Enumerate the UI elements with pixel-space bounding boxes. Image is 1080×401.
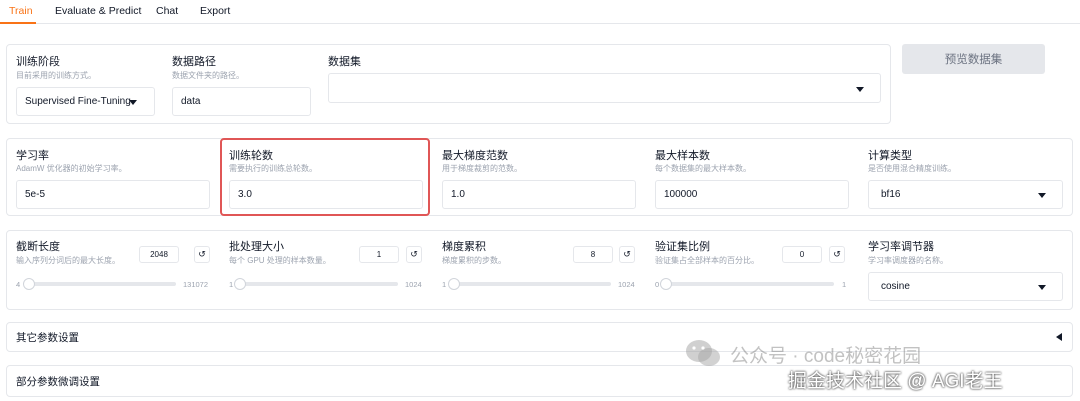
val-size-description: 验证集占全部样本的百分比。 bbox=[655, 256, 759, 265]
batch-size-input[interactable]: 1 bbox=[359, 246, 399, 263]
tab-bar: Train Evaluate & Predict Chat Export bbox=[0, 0, 1080, 24]
val-size-input[interactable]: 0 bbox=[782, 246, 822, 263]
learning-rate-value: 5e-5 bbox=[25, 189, 46, 200]
stage-select-value: Supervised Fine-Tuning bbox=[25, 96, 131, 107]
tab-evaluate-predict[interactable]: Evaluate & Predict bbox=[55, 5, 141, 17]
grad-accum-max: 1024 bbox=[618, 280, 635, 289]
cutoff-length-max: 131072 bbox=[183, 280, 209, 289]
cutoff-length-label: 截断长度 bbox=[16, 241, 60, 253]
max-samples-label: 最大样本数 bbox=[655, 150, 710, 162]
reset-icon[interactable]: ↺ bbox=[194, 246, 210, 263]
compute-type-value: bf16 bbox=[881, 189, 901, 200]
grad-accum-slider[interactable] bbox=[448, 278, 611, 290]
slider-thumb[interactable] bbox=[660, 278, 672, 290]
partial-params-title: 部分参数微调设置 bbox=[16, 376, 100, 388]
data-path-input[interactable]: data bbox=[172, 87, 311, 116]
chevron-down-icon bbox=[129, 100, 137, 105]
data-path-description: 数据文件夹的路径。 bbox=[172, 71, 244, 80]
learning-rate-input[interactable]: 5e-5 bbox=[16, 180, 210, 209]
tab-chat[interactable]: Chat bbox=[156, 5, 178, 17]
val-size-max: 1 bbox=[842, 280, 847, 289]
compute-type-description: 是否使用混合精度训练。 bbox=[868, 164, 956, 173]
batch-size-min: 1 bbox=[229, 280, 234, 289]
grad-accum-label: 梯度累积 bbox=[442, 241, 486, 253]
val-size-min: 0 bbox=[655, 280, 660, 289]
cutoff-length-slider[interactable] bbox=[22, 278, 176, 290]
tab-export[interactable]: Export bbox=[200, 5, 230, 17]
dataset-select[interactable] bbox=[328, 73, 881, 103]
cutoff-length-description: 输入序列分词后的最大长度。 bbox=[16, 256, 120, 265]
max-samples-value: 100000 bbox=[664, 189, 698, 200]
data-path-value: data bbox=[181, 96, 201, 107]
stage-description: 目前采用的训练方式。 bbox=[16, 71, 96, 80]
chevron-down-icon bbox=[1038, 285, 1046, 290]
reset-icon[interactable]: ↺ bbox=[406, 246, 422, 263]
lr-scheduler-description: 学习率调度器的名称。 bbox=[868, 256, 948, 265]
active-tab-indicator bbox=[0, 22, 36, 24]
data-path-label: 数据路径 bbox=[172, 56, 216, 68]
max-grad-norm-input[interactable]: 1.0 bbox=[442, 180, 636, 209]
chevron-down-icon bbox=[1038, 193, 1046, 198]
batch-size-label: 批处理大小 bbox=[229, 241, 284, 253]
highlight-box bbox=[220, 138, 430, 216]
chevron-down-icon bbox=[856, 87, 864, 92]
batch-size-slider[interactable] bbox=[234, 278, 398, 290]
val-size-slider[interactable] bbox=[660, 278, 834, 290]
max-grad-norm-value: 1.0 bbox=[451, 189, 465, 200]
learning-rate-description: AdamW 优化器的初始学习率。 bbox=[16, 164, 127, 173]
slider-thumb[interactable] bbox=[234, 278, 246, 290]
val-size-label: 验证集比例 bbox=[655, 241, 710, 253]
stage-label: 训练阶段 bbox=[16, 56, 60, 68]
max-samples-input[interactable]: 100000 bbox=[655, 180, 849, 209]
stage-select[interactable]: Supervised Fine-Tuning bbox=[16, 87, 155, 116]
batch-size-max: 1024 bbox=[405, 280, 422, 289]
slider-thumb[interactable] bbox=[22, 278, 35, 290]
other-params-title: 其它参数设置 bbox=[16, 332, 79, 344]
lr-scheduler-label: 学习率调节器 bbox=[868, 241, 934, 253]
watermark-author: 掘金技术社区 @ AGI老王 bbox=[788, 371, 1003, 392]
watermark-account: 公众号 · code秘密花园 bbox=[730, 346, 922, 367]
collapse-arrow-icon[interactable] bbox=[1056, 333, 1062, 341]
max-samples-description: 每个数据集的最大样本数。 bbox=[655, 164, 751, 173]
lr-scheduler-select[interactable]: cosine bbox=[868, 272, 1063, 301]
tab-train[interactable]: Train bbox=[9, 5, 33, 17]
batch-size-description: 每个 GPU 处理的样本数量。 bbox=[229, 256, 331, 265]
reset-icon[interactable]: ↺ bbox=[829, 246, 845, 263]
dataset-label: 数据集 bbox=[328, 56, 361, 68]
max-grad-norm-description: 用于梯度裁剪的范数。 bbox=[442, 164, 522, 173]
grad-accum-input[interactable]: 8 bbox=[573, 246, 613, 263]
compute-type-select[interactable]: bf16 bbox=[868, 180, 1063, 209]
max-grad-norm-label: 最大梯度范数 bbox=[442, 150, 508, 162]
learning-rate-label: 学习率 bbox=[16, 150, 49, 162]
compute-type-label: 计算类型 bbox=[868, 150, 912, 162]
grad-accum-min: 1 bbox=[442, 280, 447, 289]
lr-scheduler-value: cosine bbox=[881, 281, 910, 292]
slider-thumb[interactable] bbox=[448, 278, 461, 290]
grad-accum-description: 梯度累积的步数。 bbox=[442, 256, 506, 265]
cutoff-length-min: 4 bbox=[16, 280, 21, 289]
reset-icon[interactable]: ↺ bbox=[619, 246, 635, 263]
preview-dataset-button[interactable]: 预览数据集 bbox=[902, 44, 1045, 74]
wechat-icon bbox=[686, 340, 720, 366]
cutoff-length-input[interactable]: 2048 bbox=[139, 246, 179, 263]
